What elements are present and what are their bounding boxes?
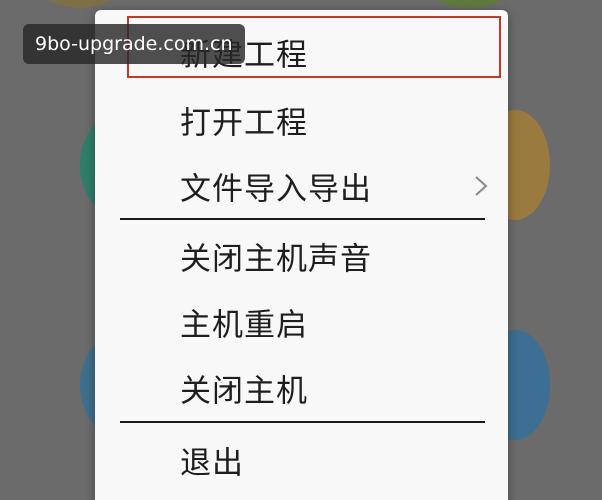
menu-item-open-project[interactable]: 打开工程 xyxy=(95,88,508,152)
menu-item-mute-host[interactable]: 关闭主机声音 xyxy=(95,224,508,288)
menu-item-label: 退出 xyxy=(180,445,244,482)
menu-item-label: 打开工程 xyxy=(180,105,308,142)
chevron-right-icon xyxy=(475,176,488,196)
menu-item-exit[interactable]: 退出 xyxy=(95,428,508,492)
screen-background: 新建工程 打开工程 文件导入导出 关闭主机声音 主机重启 关闭主机 退出 9bo… xyxy=(0,0,602,500)
background-app-icon xyxy=(420,0,520,8)
menu-divider xyxy=(120,421,485,423)
menu-item-label: 关闭主机声音 xyxy=(180,241,372,278)
menu-item-file-import-export[interactable]: 文件导入导出 xyxy=(95,154,508,218)
watermark: 9bo-upgrade.com.cn xyxy=(23,24,245,64)
background-app-icon xyxy=(30,0,130,8)
menu-item-label: 文件导入导出 xyxy=(180,171,372,208)
menu-item-restart-host[interactable]: 主机重启 xyxy=(95,290,508,354)
menu-divider xyxy=(120,218,485,220)
menu-item-shutdown-host[interactable]: 关闭主机 xyxy=(95,356,508,420)
menu-item-label: 关闭主机 xyxy=(180,373,308,410)
context-menu: 新建工程 打开工程 文件导入导出 关闭主机声音 主机重启 关闭主机 退出 xyxy=(95,10,508,500)
menu-item-label: 主机重启 xyxy=(180,307,308,344)
